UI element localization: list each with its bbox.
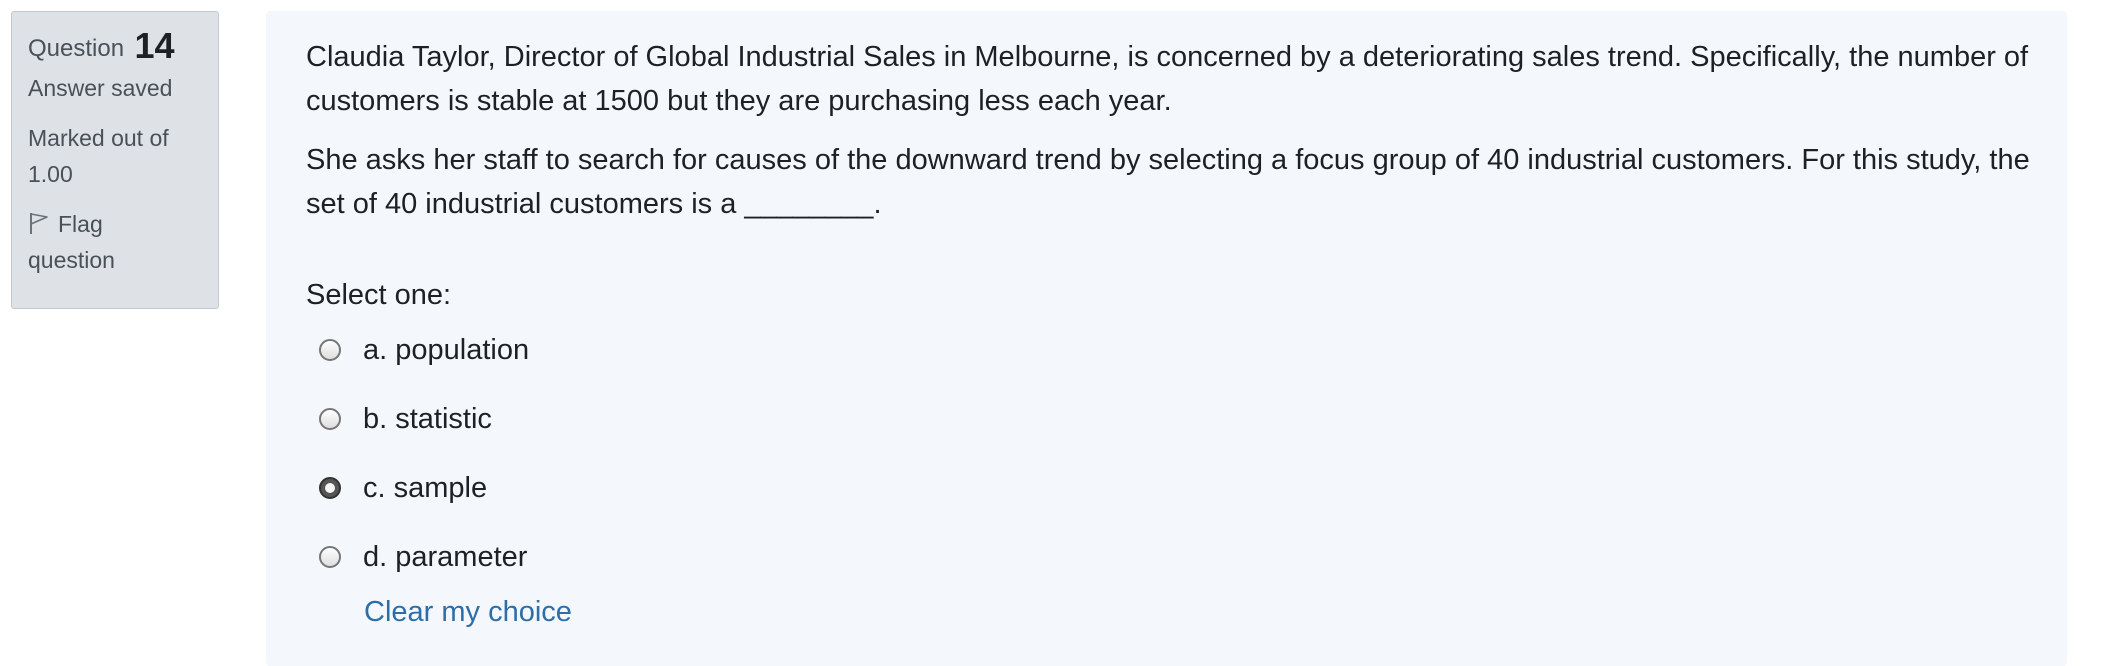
answer-option-a[interactable]: a. population	[319, 328, 529, 372]
flag-label: Flag	[58, 211, 103, 237]
clear-choice-link[interactable]: Clear my choice	[364, 596, 572, 629]
question-number: 14	[134, 25, 175, 66]
option-label-c: c. sample	[363, 471, 488, 504]
radio-button-b[interactable]	[319, 408, 341, 430]
quiz-page: Question 14 Answer saved Marked out of 1…	[0, 0, 2122, 666]
question-info-panel: Question 14 Answer saved Marked out of 1…	[11, 11, 219, 309]
answer-state: Answer saved	[28, 75, 173, 101]
flag-label-second-line: question	[28, 247, 115, 273]
option-label-a: a. population	[363, 333, 530, 366]
grade-label: Marked out of	[28, 125, 169, 151]
answer-option-b[interactable]: b. statistic	[319, 397, 492, 441]
grade-info: Marked out of 1.00	[28, 120, 202, 192]
question-paragraph-2: She asks her staff to search for causes …	[306, 144, 2030, 220]
question-text: Claudia Taylor, Director of Global Indus…	[306, 35, 2036, 241]
flag-question-link[interactable]: Flag question	[28, 206, 202, 278]
question-content: Claudia Taylor, Director of Global Indus…	[266, 11, 2067, 666]
radio-button-d[interactable]	[319, 546, 341, 568]
select-prompt: Select one:	[306, 279, 452, 311]
flag-icon	[28, 209, 50, 234]
question-paragraph-1: Claudia Taylor, Director of Global Indus…	[306, 41, 2029, 117]
answer-option-d[interactable]: d. parameter	[319, 535, 527, 579]
grade-value: 1.00	[28, 161, 73, 187]
question-number-heading: Question 14	[28, 26, 202, 66]
question-label: Question	[28, 35, 125, 62]
option-label-b: b. statistic	[363, 402, 492, 435]
option-label-d: d. parameter	[363, 540, 528, 573]
radio-button-c[interactable]	[319, 477, 341, 499]
radio-button-a[interactable]	[319, 339, 341, 361]
answer-option-c[interactable]: c. sample	[319, 466, 487, 510]
